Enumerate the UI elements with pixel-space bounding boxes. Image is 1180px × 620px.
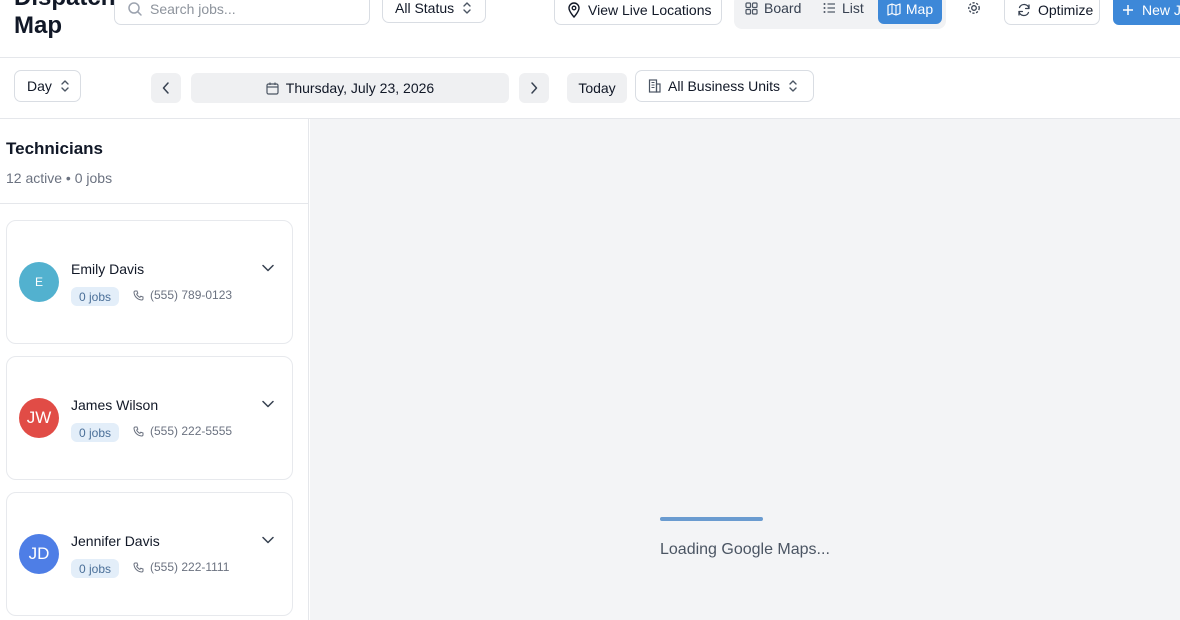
range-select-value: Day xyxy=(27,78,52,94)
avatar-initials: JD xyxy=(28,544,50,563)
date-label: Thursday, July 23, 2026 xyxy=(285,80,435,96)
phone-number: (555) 222-5555 xyxy=(150,424,233,438)
technician-phone: (555) 789-0123 xyxy=(133,288,232,302)
location-pin-icon xyxy=(567,1,581,18)
view-switcher: Board List Map xyxy=(734,0,946,29)
building-icon xyxy=(648,79,661,93)
business-units-select[interactable]: All Business Units xyxy=(635,70,814,102)
grid-icon xyxy=(745,1,758,15)
new-job-label: New J xyxy=(1142,1,1180,18)
list-icon xyxy=(823,2,836,14)
technician-name: Emily Davis xyxy=(71,261,145,277)
sidebar-title: Technicians xyxy=(6,139,103,158)
view-tab-list-label: List xyxy=(842,0,864,16)
settings-button[interactable] xyxy=(966,0,986,20)
new-job-button[interactable]: New J xyxy=(1113,0,1180,25)
optimize-label: Optimize xyxy=(1038,1,1094,18)
chevron-right-icon xyxy=(530,82,538,94)
chevron-left-icon xyxy=(162,82,170,94)
status-filter-value: All Status xyxy=(395,0,455,16)
avatar: JD xyxy=(19,534,59,574)
technician-name: James Wilson xyxy=(71,397,159,413)
phone-number: (555) 789-0123 xyxy=(150,288,233,302)
phone-icon xyxy=(133,426,144,437)
today-button[interactable]: Today xyxy=(567,73,627,103)
search-icon xyxy=(127,1,143,17)
sidebar-summary: 12 active • 0 jobs xyxy=(6,170,113,186)
search-placeholder: Search jobs... xyxy=(150,0,236,17)
chevron-down-icon[interactable] xyxy=(262,264,274,272)
divider xyxy=(0,203,308,204)
avatar-initials: JW xyxy=(26,408,52,427)
refresh-icon xyxy=(1017,3,1031,17)
chevron-up-down-icon xyxy=(787,79,799,93)
avatar: JW xyxy=(19,398,59,438)
map-icon xyxy=(887,2,901,16)
avatar-initials: E xyxy=(34,275,43,289)
optimize-button[interactable]: Optimize xyxy=(1004,0,1100,25)
today-label: Today xyxy=(578,80,616,96)
calendar-icon xyxy=(266,82,279,95)
jobs-badge: 0 jobs xyxy=(71,559,120,578)
view-tab-map-label: Map xyxy=(905,1,934,17)
view-live-locations-label: View Live Locations xyxy=(588,1,712,18)
view-live-locations-button[interactable]: View Live Locations xyxy=(554,0,722,25)
gear-icon xyxy=(966,0,982,16)
loading-text: Loading Google Maps... xyxy=(660,541,830,558)
prev-day-button[interactable] xyxy=(151,73,181,103)
technician-phone: (555) 222-5555 xyxy=(133,424,232,438)
page-title-partial: Dispatch xyxy=(14,0,115,12)
page-title: Map xyxy=(14,12,62,39)
view-tab-board-label: Board xyxy=(764,0,802,16)
chevron-down-icon[interactable] xyxy=(262,400,274,408)
business-units-value: All Business Units xyxy=(668,78,781,94)
plus-icon xyxy=(1122,4,1134,16)
technician-name: Jennifer Davis xyxy=(71,533,160,549)
jobs-badge: 0 jobs xyxy=(71,423,120,442)
header-bar: Dispatch Map Search jobs... All Status V… xyxy=(0,0,1180,58)
technician-card[interactable]: E Emily Davis 0 jobs (555) 789-0123 xyxy=(6,220,293,344)
next-day-button[interactable] xyxy=(519,73,549,103)
view-tab-board[interactable]: Board xyxy=(745,0,801,16)
date-toolbar: Day Thursday, July 23, 2026 Today All Bu… xyxy=(0,58,1180,119)
chevron-up-down-icon xyxy=(59,79,71,93)
search-input[interactable]: Search jobs... xyxy=(114,0,370,25)
avatar: E xyxy=(19,262,59,302)
technician-card[interactable]: JD Jennifer Davis 0 jobs (555) 222-1111 xyxy=(6,492,293,616)
range-select[interactable]: Day xyxy=(14,70,81,102)
technician-phone: (555) 222-1111 xyxy=(133,560,229,574)
loading-bar-track xyxy=(660,517,763,521)
loading-bar-fill xyxy=(660,517,763,521)
phone-number: (555) 222-1111 xyxy=(150,560,230,574)
phone-icon xyxy=(133,562,144,573)
technicians-sidebar: Technicians 12 active • 0 jobs E Emily D… xyxy=(0,119,309,620)
phone-icon xyxy=(133,290,144,301)
view-tab-list[interactable]: List xyxy=(823,0,864,16)
chevron-down-icon[interactable] xyxy=(262,536,274,544)
map-area[interactable]: Loading Google Maps... xyxy=(310,119,1180,620)
view-tab-map[interactable]: Map xyxy=(878,0,942,24)
chevron-up-down-icon xyxy=(461,1,473,15)
date-picker-button[interactable]: Thursday, July 23, 2026 xyxy=(191,73,509,103)
status-filter-select[interactable]: All Status xyxy=(382,0,486,23)
jobs-badge: 0 jobs xyxy=(71,287,120,306)
technician-card[interactable]: JW James Wilson 0 jobs (555) 222-5555 xyxy=(6,356,293,480)
